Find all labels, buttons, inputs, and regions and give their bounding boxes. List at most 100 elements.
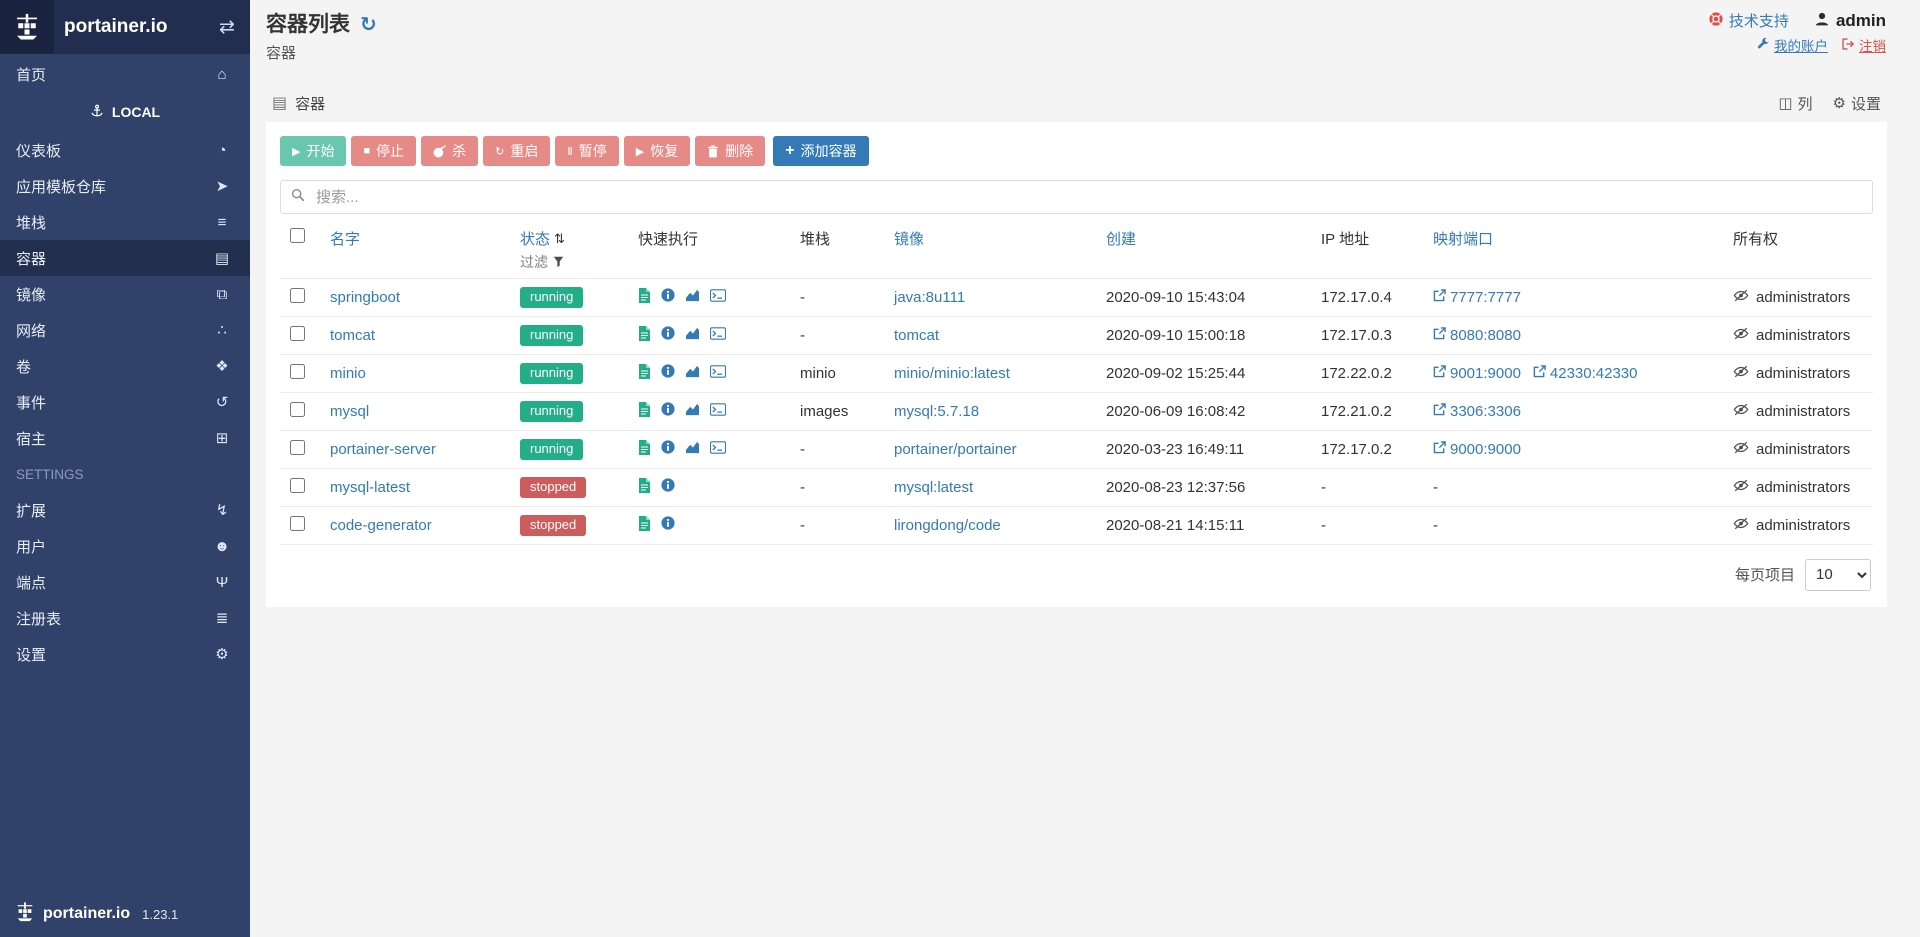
container-name-link[interactable]: mysql [330, 403, 369, 420]
published-port-link[interactable]: 9001:9000 [1433, 365, 1521, 382]
host-icon: ⊞ [215, 430, 229, 447]
sidebar-item-dashboard[interactable]: 仪表板 ◔ [0, 132, 250, 168]
sidebar-item-settings[interactable]: 设置 ⚙ [0, 636, 250, 672]
action-console-icon[interactable] [710, 440, 726, 454]
columns-button[interactable]: ◫ 列 [1778, 93, 1812, 114]
image-link[interactable]: tomcat [894, 327, 939, 344]
action-logs-icon[interactable] [638, 439, 651, 455]
state-filter-button[interactable]: 过滤 [520, 252, 618, 272]
search-input[interactable] [314, 187, 1862, 207]
action-stats-icon[interactable] [685, 327, 700, 340]
support-link[interactable]: 技术支持 [1709, 10, 1789, 31]
remove-button[interactable]: 删除 [695, 136, 766, 166]
sidebar-item-events[interactable]: 事件 ↺ [0, 384, 250, 420]
sidebar-item-extensions[interactable]: 扩展 ↯ [0, 492, 250, 528]
action-inspect-icon[interactable] [661, 402, 675, 416]
start-button[interactable]: ▶ 开始 [280, 136, 347, 166]
sort-by-stack[interactable]: 堆栈 [800, 231, 830, 248]
sort-by-ownership[interactable]: 所有权 [1733, 231, 1778, 248]
page-size-select[interactable]: 10 [1805, 558, 1871, 591]
action-logs-icon[interactable] [638, 401, 651, 417]
row-checkbox[interactable] [290, 287, 305, 303]
action-console-icon[interactable] [710, 403, 726, 416]
action-logs-icon[interactable] [638, 477, 651, 493]
sort-by-name[interactable]: 名字 [330, 231, 360, 248]
pause-button[interactable]: Ⅱ 暂停 [555, 136, 619, 166]
published-port-link[interactable]: 42330:42330 [1533, 365, 1638, 382]
action-stats-icon[interactable] [685, 365, 700, 378]
ip-cell: 172.22.0.2 [1311, 353, 1423, 393]
action-stats-icon[interactable] [685, 441, 700, 454]
row-checkbox[interactable] [290, 325, 305, 341]
image-link[interactable]: portainer/portainer [894, 441, 1017, 458]
sidebar-item-host[interactable]: 宿主 ⊞ [0, 420, 250, 456]
published-port-link[interactable]: 8080:8080 [1433, 327, 1521, 344]
sidebar-local-header[interactable]: LOCAL [0, 92, 250, 132]
created-cell: 2020-08-23 12:37:56 [1096, 467, 1311, 507]
table-settings-button[interactable]: ⚙ 设置 [1833, 93, 1881, 114]
sidebar-item-app-templates[interactable]: 应用模板仓库 ➤ [0, 168, 250, 204]
container-name-link[interactable]: minio [330, 365, 366, 382]
row-checkbox[interactable] [290, 477, 305, 493]
container-name-link[interactable]: springboot [330, 289, 400, 306]
action-console-icon[interactable] [710, 327, 726, 340]
action-inspect-icon[interactable] [661, 288, 675, 303]
image-link[interactable]: minio/minio:latest [894, 365, 1010, 382]
endpoints-icon: Ψ [215, 573, 229, 591]
sort-by-created[interactable]: 创建 [1106, 231, 1136, 248]
image-link[interactable]: java:8u111 [894, 289, 965, 306]
action-logs-icon[interactable] [638, 287, 651, 303]
action-stats-icon[interactable] [685, 403, 700, 416]
action-inspect-icon[interactable] [661, 440, 675, 454]
image-link[interactable]: mysql:5.7.18 [894, 403, 979, 420]
image-link[interactable]: lirongdong/code [894, 517, 1001, 534]
sidebar-item-networks[interactable]: 网络 ∴ [0, 312, 250, 348]
sort-by-ip[interactable]: IP 地址 [1321, 231, 1369, 248]
action-stats-icon[interactable] [685, 289, 700, 302]
restart-button[interactable]: ↻ 重启 [483, 136, 551, 166]
image-link[interactable]: mysql:latest [894, 479, 973, 496]
sort-by-image[interactable]: 镜像 [894, 231, 924, 248]
published-port-link[interactable]: 7777:7777 [1433, 289, 1521, 306]
action-logs-icon[interactable] [638, 363, 651, 379]
kill-button[interactable]: 杀 [421, 136, 479, 166]
action-logs-icon[interactable] [638, 325, 651, 341]
sidebar-item-registries[interactable]: 注册表 ≣ [0, 600, 250, 636]
action-inspect-icon[interactable] [661, 516, 675, 530]
sidebar-item-volumes[interactable]: 卷 ❖ [0, 348, 250, 384]
stop-button[interactable]: ■ 停止 [351, 136, 417, 166]
container-name-link[interactable]: portainer-server [330, 441, 436, 458]
add-container-button[interactable]: + 添加容器 [773, 136, 869, 166]
sort-by-state[interactable]: 状态 [520, 228, 550, 249]
container-name-link[interactable]: mysql-latest [330, 479, 410, 496]
action-inspect-icon[interactable] [661, 326, 675, 341]
row-checkbox[interactable] [290, 515, 305, 531]
action-console-icon[interactable] [710, 365, 726, 378]
sort-by-ports[interactable]: 映射端口 [1433, 231, 1493, 248]
sidebar-item-endpoints[interactable]: 端点 Ψ [0, 564, 250, 600]
refresh-icon[interactable]: ↻ [360, 12, 377, 37]
action-logs-icon[interactable] [638, 515, 651, 531]
row-checkbox[interactable] [290, 363, 305, 379]
logout-link[interactable]: 注销 [1842, 35, 1886, 55]
resume-button[interactable]: ▶ 恢复 [623, 136, 691, 166]
sidebar-item-home[interactable]: 首页 ⌂ [0, 56, 250, 92]
sidebar-item-images[interactable]: 镜像 ⧉ [0, 276, 250, 312]
published-port-link[interactable]: 9000:9000 [1433, 441, 1521, 458]
action-inspect-icon[interactable] [661, 364, 675, 378]
my-account-link[interactable]: 我的账户 [1757, 35, 1828, 55]
published-port-link[interactable]: 3306:3306 [1433, 403, 1521, 420]
select-all-checkbox[interactable] [290, 228, 305, 243]
sidebar-item-stacks[interactable]: 堆栈 ≡ [0, 204, 250, 240]
bomb-icon [433, 144, 446, 158]
sidebar-item-containers[interactable]: 容器 ▤ [0, 240, 250, 276]
container-name-link[interactable]: tomcat [330, 327, 375, 344]
container-name-link[interactable]: code-generator [330, 517, 432, 534]
row-checkbox[interactable] [290, 439, 305, 455]
row-checkbox[interactable] [290, 401, 305, 417]
action-console-icon[interactable] [710, 289, 726, 302]
user-menu[interactable]: admin [1815, 11, 1886, 31]
action-inspect-icon[interactable] [661, 478, 675, 492]
sidebar-toggle-icon[interactable]: ⇄ [204, 16, 250, 39]
sidebar-item-users[interactable]: 用户 ☻ [0, 528, 250, 564]
